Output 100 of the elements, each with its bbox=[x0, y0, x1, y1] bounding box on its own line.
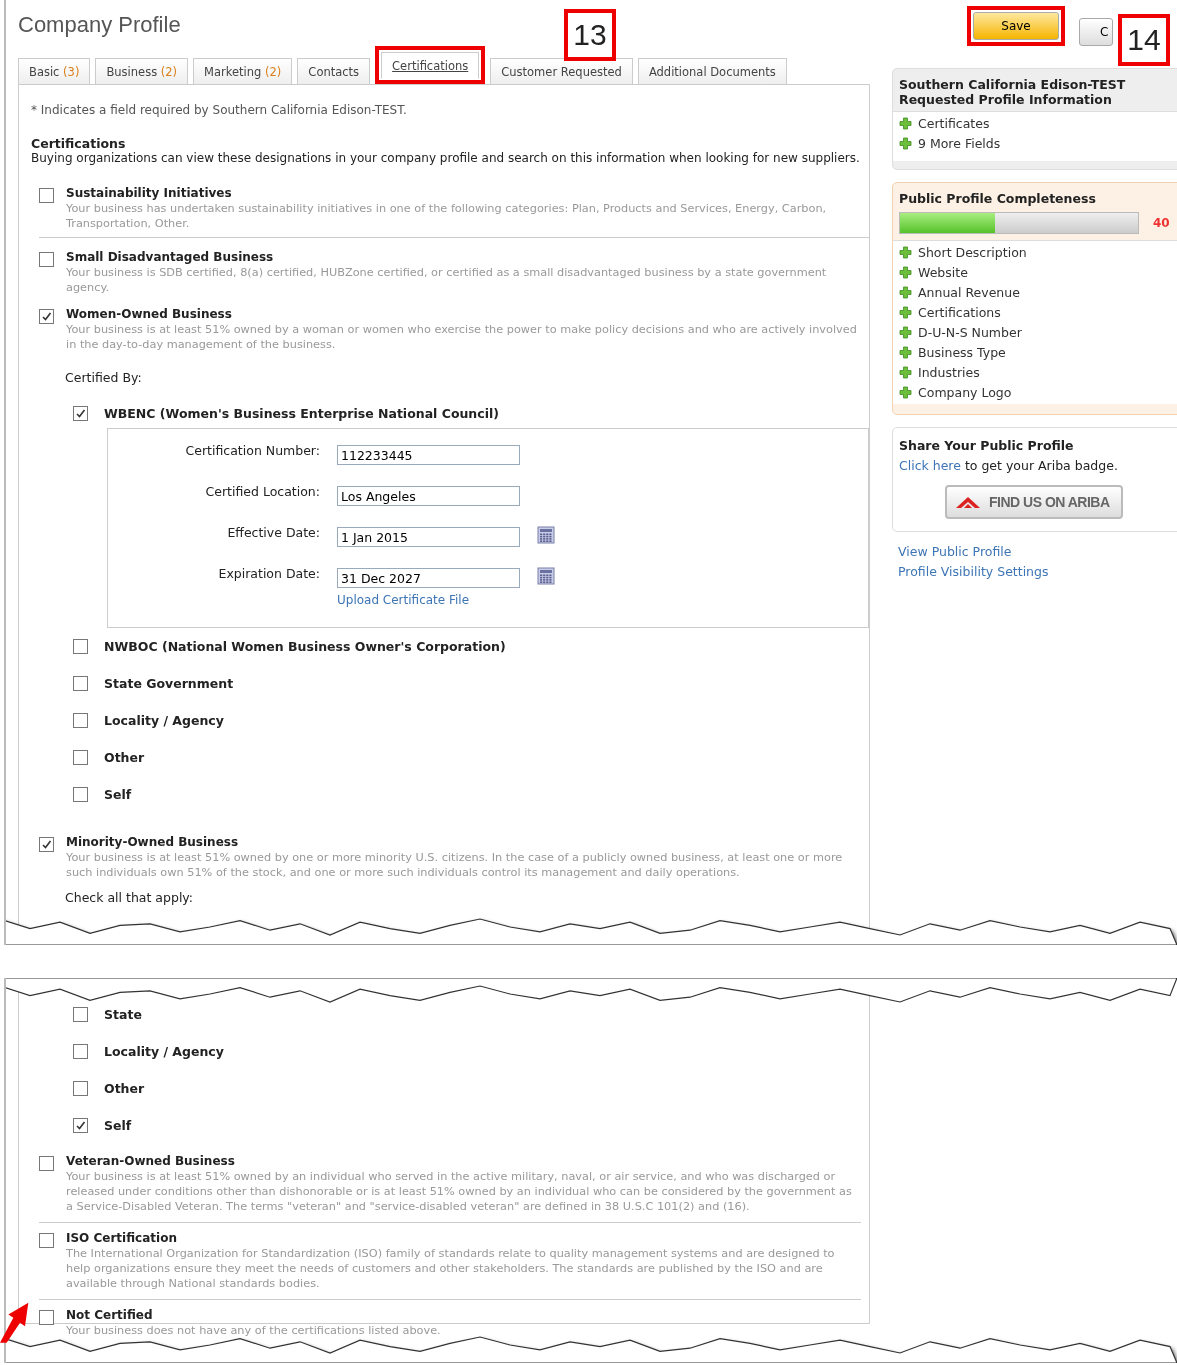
checkbox[interactable] bbox=[39, 252, 54, 267]
plus-icon bbox=[899, 266, 912, 279]
certifier-label: Self bbox=[104, 1118, 132, 1133]
field-label: Expiration Date: bbox=[217, 565, 320, 581]
certifier-label: WBENC (Women's Business Enterprise National Council) bbox=[104, 406, 499, 421]
certification-title: ISO Certification bbox=[66, 1231, 178, 1246]
missing-field-item: Website bbox=[918, 265, 968, 280]
sidebar-link[interactable]: View Public Profile bbox=[898, 544, 1177, 559]
certification-description: Your business is SDB certified, 8(a) certified, HUBZone certified, or certified as a small disadvantaged business by a state government agency. bbox=[66, 265, 828, 295]
plus-icon bbox=[899, 306, 912, 319]
missing-field-item: Short Description bbox=[918, 245, 1027, 260]
checkbox[interactable] bbox=[73, 1081, 88, 1096]
tab[interactable]: Basic (3) bbox=[18, 58, 91, 85]
page-title: Company Profile bbox=[18, 12, 181, 38]
tab[interactable]: Customer Requested bbox=[490, 58, 633, 85]
certification-title: Not Certified bbox=[66, 1308, 154, 1323]
date-field[interactable]: 31 Dec 2027 bbox=[337, 568, 520, 588]
tab[interactable]: Additional Documents bbox=[637, 58, 787, 85]
certification-title: Veteran-Owned Business bbox=[66, 1154, 236, 1169]
certifier-label: State bbox=[104, 1007, 142, 1022]
calendar-icon[interactable] bbox=[537, 567, 555, 585]
progress-percent: 40 bbox=[1153, 216, 1170, 230]
missing-field-item: Industries bbox=[918, 365, 980, 380]
plus-icon bbox=[899, 386, 912, 399]
certification-description: Your business is at least 51% owned by an individual who served in the active military, naval, or air service, and who was discharged or released under conditions other than dishonorable or is at least 51% owned by an individual who can be considered by the government as a Service-Disabled Veteran. The terms "veteran" and "service-disabled veteran" are defined in 38 U.S.C 101(2) and (16). bbox=[66, 1169, 853, 1214]
certifier-label: Locality / Agency bbox=[104, 1044, 224, 1059]
missing-field-item: Certifications bbox=[918, 305, 1001, 320]
checkbox[interactable] bbox=[73, 676, 88, 691]
instruction-text: Check all that apply: bbox=[65, 890, 195, 905]
callout-number: 13 bbox=[564, 9, 616, 61]
card-title: Public Profile Completeness bbox=[899, 191, 1097, 206]
checkbox[interactable] bbox=[73, 1007, 88, 1022]
certifier-label: Self bbox=[104, 787, 132, 802]
requested-item[interactable]: Certificates bbox=[918, 116, 990, 131]
input-field[interactable]: 112233445 bbox=[337, 445, 520, 465]
certification-title: Sustainability Initiatives bbox=[66, 186, 233, 201]
checkbox[interactable] bbox=[39, 188, 54, 203]
certification-description: The International Organization for Standardization (ISO) family of standards relate to quality management systems and are designed to help organizations ensure they meet the needs of customers and other stakeholders. The standards are published by the ISO and are available through National standards bodies. bbox=[66, 1246, 836, 1291]
calendar-icon[interactable] bbox=[537, 526, 555, 544]
field-label: Certification Number: bbox=[184, 442, 320, 458]
certifier-label: Other bbox=[104, 1081, 145, 1096]
certification-description: Your business is at least 51% owned by a woman or women who exercise the power to make policy decisions and who are actively involved in the day-to-day management of the business. bbox=[66, 322, 858, 352]
checkbox[interactable] bbox=[73, 713, 88, 728]
certified-by-label: Certified By: bbox=[65, 370, 143, 385]
tab[interactable]: Marketing (2) bbox=[193, 58, 293, 85]
certification-title: Minority-Owned Business bbox=[66, 835, 240, 850]
plus-icon bbox=[899, 286, 912, 299]
logo-icon bbox=[955, 495, 981, 509]
checkbox[interactable] bbox=[73, 1044, 88, 1059]
save-button[interactable]: Save bbox=[973, 12, 1059, 40]
tab[interactable]: Contacts bbox=[297, 58, 371, 85]
click-here-link[interactable]: Click here bbox=[899, 458, 961, 473]
plus-icon bbox=[899, 117, 912, 130]
field-label: Effective Date: bbox=[226, 524, 320, 540]
plus-icon bbox=[899, 346, 912, 359]
ariba-badge[interactable]: FIND US ON ARIBA bbox=[945, 485, 1123, 519]
checkbox[interactable] bbox=[39, 1233, 54, 1248]
plus-icon bbox=[899, 366, 912, 379]
tab[interactable]: Business (2) bbox=[95, 58, 189, 85]
certification-title: Small Disadvantaged Business bbox=[66, 250, 275, 265]
certification-title: Women-Owned Business bbox=[66, 307, 233, 322]
missing-field-item: D-U-N-S Number bbox=[918, 325, 1022, 340]
checkbox[interactable] bbox=[73, 787, 88, 802]
card-title: Southern California Edison-TEST Requested Profile Information bbox=[899, 77, 1127, 107]
certifier-label: NWBOC (National Women Business Owner's Corporation) bbox=[104, 639, 506, 654]
certification-description: Your business does not have any of the certifications listed above. bbox=[66, 1323, 441, 1338]
sidebar-link[interactable]: Profile Visibility Settings bbox=[898, 564, 1177, 579]
share-text: Click here to get your Ariba badge. bbox=[899, 458, 1119, 473]
certifier-label: State Government bbox=[104, 676, 234, 691]
checkbox[interactable] bbox=[39, 1156, 54, 1171]
certifier-label: Other bbox=[104, 750, 145, 765]
certifier-label: Locality / Agency bbox=[104, 713, 224, 728]
checkbox[interactable] bbox=[39, 837, 54, 852]
requested-item[interactable]: 9 More Fields bbox=[918, 136, 1001, 151]
required-note: * Indicates a field required by Southern California Edison-TEST. bbox=[31, 103, 408, 117]
date-field[interactable]: 1 Jan 2015 bbox=[337, 527, 520, 547]
section-intro: Buying organizations can view these designations in your company profile and search on this information when looking for new suppliers. bbox=[31, 151, 861, 166]
checkbox[interactable] bbox=[73, 639, 88, 654]
callout-number: 14 bbox=[1118, 14, 1170, 66]
certification-description: Your business has undertaken sustainability initiatives in one of the following categories: Plan, Products and Services, Energy, Carbon, Transportation, Other. bbox=[66, 201, 828, 231]
field-label: Certified Location: bbox=[204, 483, 320, 499]
checkbox[interactable] bbox=[73, 1118, 88, 1133]
card-title: Share Your Public Profile bbox=[899, 438, 1075, 453]
secondary-button[interactable]: C bbox=[1079, 18, 1113, 46]
missing-field-item: Business Type bbox=[918, 345, 1006, 360]
arrow-icon bbox=[0, 1300, 30, 1344]
certification-description: Your business is at least 51% owned by one or more minority U.S. citizens. In the case of a publicly owned business, at least one or more such individuals own 51% of the stock, and one or more such individuals control its management and daily operations. bbox=[66, 850, 844, 880]
section-heading: Certifications bbox=[31, 136, 127, 151]
input-field[interactable]: Los Angeles bbox=[337, 486, 520, 506]
plus-icon bbox=[899, 326, 912, 339]
checkbox[interactable] bbox=[39, 1310, 54, 1325]
missing-field-item: Annual Revenue bbox=[918, 285, 1020, 300]
checkbox[interactable] bbox=[73, 750, 88, 765]
plus-icon bbox=[899, 137, 912, 150]
plus-icon bbox=[899, 246, 912, 259]
tab[interactable]: Certifications bbox=[381, 52, 480, 79]
checkbox[interactable] bbox=[73, 406, 88, 421]
upload-link[interactable]: Upload Certificate File bbox=[337, 593, 520, 607]
checkbox[interactable] bbox=[39, 309, 54, 324]
missing-field-item: Company Logo bbox=[918, 385, 1012, 400]
